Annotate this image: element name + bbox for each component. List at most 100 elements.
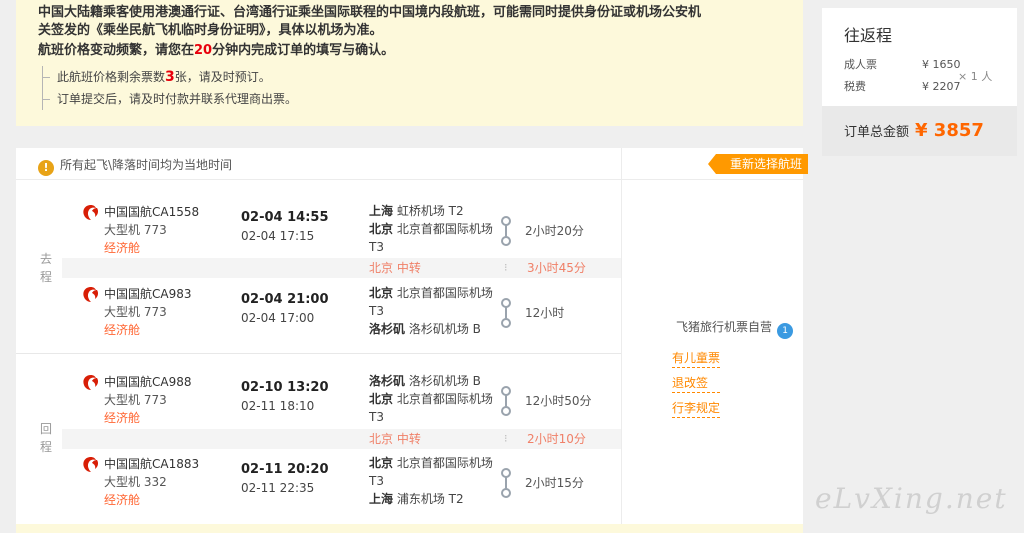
destination-city: 洛杉矶 bbox=[369, 322, 406, 336]
route-icon bbox=[501, 468, 511, 498]
origin-city: 上海 bbox=[369, 204, 394, 218]
air-china-logo-icon bbox=[83, 457, 99, 472]
route-icon bbox=[501, 298, 511, 328]
remaining-tickets-post: 张，请及时预订。 bbox=[174, 70, 271, 84]
destination-airport: 北京 北京首都国际机场 T3 bbox=[369, 220, 494, 256]
price-warning-minutes: 20 bbox=[194, 43, 213, 58]
flight-duration: 12小时 bbox=[525, 306, 565, 320]
adult-fare-price: ¥ 1650 bbox=[922, 58, 961, 71]
notice-line-1: 中国大陆籍乘客使用港澳通行证、台湾通行证乘坐国际联程的中国境内段航班，可能需同时… bbox=[38, 5, 702, 20]
refund-change-link[interactable]: 退改签 bbox=[672, 374, 720, 393]
service-links: 飞猪旅行机票自营 1 有儿童票 退改签 行李规定 bbox=[672, 316, 794, 418]
destination-airport-name: 浦东机场 T2 bbox=[396, 492, 464, 506]
origin-airport: 北京 北京首都国际机场 T3 bbox=[369, 454, 494, 490]
price-warning-post: 分钟内完成订单的填写与确认。 bbox=[212, 43, 395, 58]
airline-flight: 中国国航CA1558 bbox=[104, 205, 200, 219]
origin-airport: 上海 虹桥机场 T2 bbox=[369, 202, 494, 220]
notice-line-2: 关签发的《乘坐民航飞机临时身份证明》，具体以机场为准。 bbox=[38, 23, 383, 38]
destination-airport: 北京 北京首都国际机场 T3 bbox=[369, 390, 494, 426]
origin-airport: 洛杉矶 洛杉矶机场 B bbox=[369, 372, 494, 390]
order-total-label: 订单总金额 bbox=[844, 125, 910, 140]
verified-badge-icon[interactable]: 1 bbox=[777, 323, 794, 339]
departure-time: 02-04 21:00 bbox=[241, 292, 329, 307]
air-china-logo-icon bbox=[83, 287, 99, 302]
aircraft-type: 大型机 773 bbox=[104, 305, 167, 319]
origin-airport: 北京 北京首都国际机场 T3 bbox=[369, 284, 494, 320]
layover-duration: 2小时10分 bbox=[527, 432, 586, 446]
transfer-dots-icon: ⁝ bbox=[504, 261, 508, 274]
time-note-text: 所有起飞\降落时间均为当地时间 bbox=[60, 158, 233, 172]
arrival-time: 02-04 17:15 bbox=[241, 229, 315, 243]
transfer-city: 北京 中转 bbox=[369, 432, 421, 446]
arrival-time: 02-04 17:00 bbox=[241, 311, 315, 325]
origin-city: 洛杉矶 bbox=[369, 374, 406, 388]
notice-bullets: 此航班价格剩余票数3张，请及时预订。 订单提交后，请及时付款并联系代理商出票。 bbox=[42, 66, 781, 110]
airline-flight: 中国国航CA1883 bbox=[104, 457, 200, 471]
origin-city: 北京 bbox=[369, 286, 394, 300]
reselect-flight-button[interactable]: 重新选择航班 bbox=[708, 154, 808, 174]
cabin-class: 经济舱 bbox=[104, 411, 141, 425]
remaining-tickets-pre: 此航班价格剩余票数 bbox=[57, 70, 166, 84]
flight-details-panel: ! 所有起飞\降落时间均为当地时间 重新选择航班 去 程 中国国航CA1558 大… bbox=[16, 148, 808, 524]
airports: 北京 北京首都国际机场 T3 洛杉矶 洛杉矶机场 B bbox=[369, 284, 494, 338]
air-china-logo-icon bbox=[83, 375, 99, 390]
bottom-notice-strip bbox=[16, 524, 803, 533]
price-warning-pre: 航班价格变动频繁，请您在 bbox=[38, 43, 195, 58]
airports: 洛杉矶 洛杉矶机场 B 北京 北京首都国际机场 T3 bbox=[369, 372, 494, 426]
seller-name: 飞猪旅行机票自营 bbox=[676, 320, 773, 334]
flight-leg: 中国国航CA1883 大型机 332 经济舱 02-11 20:20 02-11… bbox=[16, 450, 621, 510]
price-warning: 航班价格变动频繁，请您在20分钟内完成订单的填写与确认。 bbox=[38, 42, 781, 60]
transfer-dots-icon: ⁝ bbox=[504, 432, 508, 445]
watermark: eLvXing.net bbox=[815, 482, 1008, 515]
order-total: 订单总金额 ¥ 3857 bbox=[822, 106, 1017, 156]
flight-leg: 中国国航CA988 大型机 773 经济舱 02-10 13:20 02-11 … bbox=[16, 368, 621, 428]
panel-divider bbox=[621, 148, 622, 524]
remaining-tickets-note: 此航班价格剩余票数3张，请及时预订。 bbox=[42, 66, 781, 88]
destination-airport: 洛杉矶 洛杉矶机场 B bbox=[369, 320, 494, 338]
departure-time: 02-10 13:20 bbox=[241, 380, 329, 395]
flight-leg: 中国国航CA1558 大型机 773 经济舱 02-04 14:55 02-04… bbox=[16, 198, 621, 258]
baggage-rules-link[interactable]: 行李规定 bbox=[672, 399, 720, 418]
flight-duration: 2小时20分 bbox=[525, 224, 584, 238]
trip-type-title: 往返程 bbox=[844, 26, 893, 45]
route-icon bbox=[501, 216, 511, 246]
seller-info: 飞猪旅行机票自营 1 bbox=[672, 316, 794, 339]
order-total-amount: ¥ 3857 bbox=[915, 120, 984, 141]
info-icon: ! bbox=[38, 160, 54, 176]
child-ticket-link[interactable]: 有儿童票 bbox=[672, 349, 720, 368]
tax-label: 税费 bbox=[844, 80, 866, 93]
section-divider bbox=[16, 353, 621, 354]
aircraft-type: 大型机 332 bbox=[104, 475, 167, 489]
payment-note: 订单提交后，请及时付款并联系代理商出票。 bbox=[42, 88, 781, 110]
cabin-class: 经济舱 bbox=[104, 493, 141, 507]
departure-time: 02-11 20:20 bbox=[241, 462, 329, 477]
destination-airport: 上海 浦东机场 T2 bbox=[369, 490, 494, 508]
origin-city: 北京 bbox=[369, 456, 394, 470]
tax-price: ¥ 2207 bbox=[922, 80, 961, 93]
adult-fare-label: 成人票 bbox=[844, 58, 877, 71]
destination-airport-name: 洛杉矶机场 B bbox=[408, 322, 481, 336]
airports: 北京 北京首都国际机场 T3 上海 浦东机场 T2 bbox=[369, 454, 494, 508]
notice-box: 中国大陆籍乘客使用港澳通行证、台湾通行证乘坐国际联程的中国境内段航班，可能需同时… bbox=[16, 0, 803, 126]
destination-city: 北京 bbox=[369, 222, 394, 236]
passenger-multiplier: × 1 人 bbox=[958, 70, 993, 83]
flight-duration: 12小时50分 bbox=[525, 394, 592, 408]
flight-leg: 中国国航CA983 大型机 773 经济舱 02-04 21:00 02-04 … bbox=[16, 280, 621, 340]
transfer-row: 北京 中转 ⁝ 3小时45分 bbox=[62, 258, 621, 278]
cabin-class: 经济舱 bbox=[104, 241, 141, 255]
destination-city: 上海 bbox=[369, 492, 394, 506]
time-note: ! 所有起飞\降落时间均为当地时间 bbox=[16, 148, 803, 180]
route-icon bbox=[501, 386, 511, 416]
layover-duration: 3小时45分 bbox=[527, 261, 586, 275]
arrival-time: 02-11 22:35 bbox=[241, 481, 315, 495]
cabin-class: 经济舱 bbox=[104, 323, 141, 337]
aircraft-type: 大型机 773 bbox=[104, 393, 167, 407]
transfer-row: 北京 中转 ⁝ 2小时10分 bbox=[62, 429, 621, 449]
destination-city: 北京 bbox=[369, 392, 394, 406]
origin-airport-name: 洛杉矶机场 B bbox=[408, 374, 481, 388]
departure-time: 02-04 14:55 bbox=[241, 210, 329, 225]
flight-duration: 2小时15分 bbox=[525, 476, 584, 490]
origin-airport-name: 虹桥机场 T2 bbox=[396, 204, 464, 218]
airports: 上海 虹桥机场 T2 北京 北京首都国际机场 T3 bbox=[369, 202, 494, 256]
arrival-time: 02-11 18:10 bbox=[241, 399, 315, 413]
